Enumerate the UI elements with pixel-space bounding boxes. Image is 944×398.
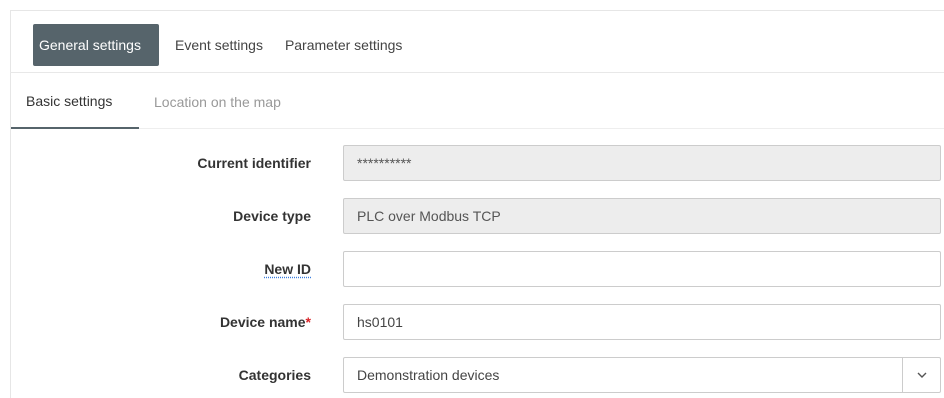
categories-selected-value: Demonstration devices — [357, 367, 500, 383]
tab-basic-settings[interactable]: Basic settings — [11, 74, 139, 129]
secondary-tabs: Basic settings Location on the map — [11, 74, 281, 129]
device-name-label-text: Device name — [219, 314, 306, 330]
device-name-input[interactable] — [343, 304, 941, 340]
current-identifier-label: Current identifier — [197, 155, 311, 171]
current-identifier-field: ********** — [343, 145, 941, 181]
device-name-label: Device name * — [220, 304, 311, 340]
top-divider — [10, 10, 944, 11]
primary-tabs: General settings Event settings Paramete… — [33, 24, 402, 66]
new-id-input[interactable] — [343, 251, 941, 287]
device-type-field: PLC over Modbus TCP — [343, 198, 941, 234]
categories-label: Categories — [238, 367, 311, 383]
subtabs-divider — [139, 128, 944, 129]
device-name-row: Device name * — [11, 304, 944, 340]
device-type-row: Device type PLC over Modbus TCP — [11, 198, 944, 234]
tab-parameter-settings[interactable]: Parameter settings — [285, 24, 403, 66]
chevron-down-icon[interactable] — [902, 358, 940, 392]
required-marker: * — [305, 314, 311, 330]
device-settings-panel: General settings Event settings Paramete… — [0, 0, 944, 398]
device-type-label: Device type — [233, 208, 311, 224]
tab-general-settings[interactable]: General settings — [33, 24, 159, 66]
new-id-label: New ID — [264, 251, 311, 287]
tab-event-settings[interactable]: Event settings — [175, 24, 263, 66]
tab-location-on-map[interactable]: Location on the map — [139, 74, 281, 129]
categories-select[interactable]: Demonstration devices — [343, 357, 941, 393]
new-id-row: New ID — [11, 251, 944, 287]
tabs-divider — [10, 72, 944, 73]
current-identifier-row: Current identifier ********** — [11, 145, 944, 181]
new-id-label-text: New ID — [264, 261, 311, 277]
categories-row: Categories Demonstration devices — [11, 357, 944, 393]
